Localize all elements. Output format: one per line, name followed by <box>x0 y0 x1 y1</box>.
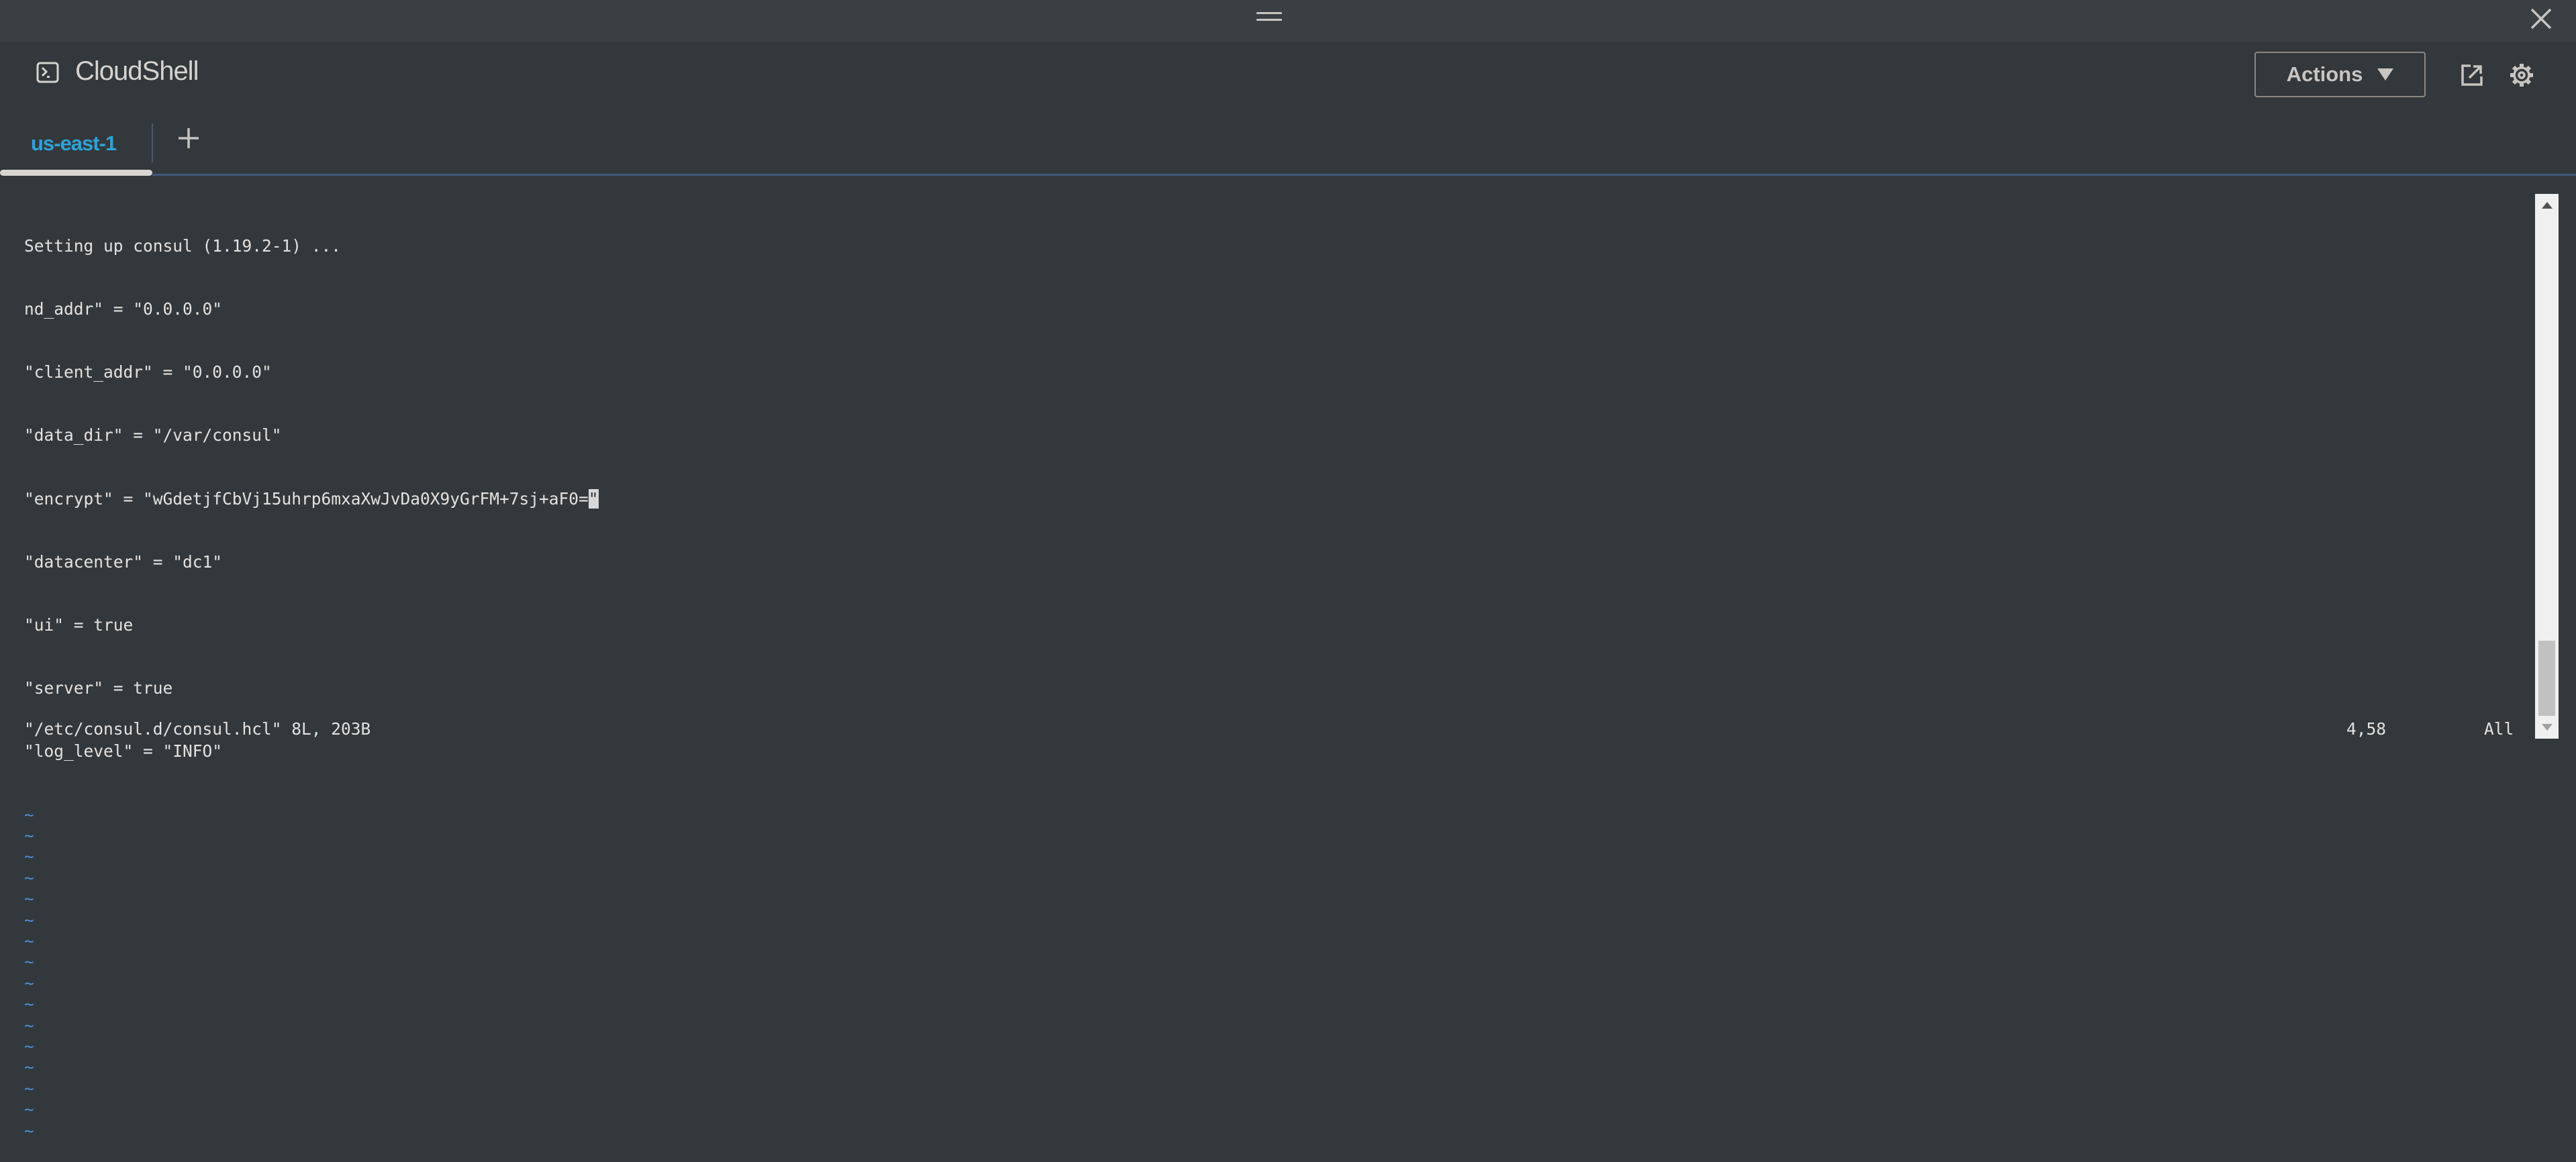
empty-line-tilde: ~ <box>24 1036 34 1056</box>
tab-bar-border <box>152 174 2576 176</box>
close-icon[interactable] <box>2529 7 2553 31</box>
empty-line-tilde: ~ <box>24 1120 34 1141</box>
terminal-line: "log_level" = "INFO" <box>24 741 223 761</box>
plus-icon[interactable] <box>177 126 201 150</box>
status-cursor-position: 4,58 <box>2346 719 2387 739</box>
terminal-line: "datacenter" = "dc1" <box>24 551 223 572</box>
empty-line-tilde: ~ <box>24 1078 34 1098</box>
empty-line-tilde: ~ <box>24 847 34 867</box>
terminal-line: "data_dir" = "/var/consul" <box>24 425 282 445</box>
tab-label: us-east-1 <box>31 131 117 155</box>
terminal-line: Setting up consul (1.19.2-1) ... <box>24 235 342 256</box>
terminal-line: "client_addr" = "0.0.0.0" <box>24 362 272 382</box>
caret-down-icon <box>2377 68 2394 81</box>
scroll-down-button[interactable] <box>2535 716 2559 739</box>
terminal-line: "encrypt" = "wGdetjfCbVj15uhrp6mxaXwJvDa… <box>24 488 599 509</box>
scrollbar-thumb[interactable] <box>2538 641 2555 716</box>
empty-line-tilde: ~ <box>24 910 34 930</box>
cursor: " <box>588 488 599 509</box>
gear-icon[interactable] <box>2509 62 2534 88</box>
empty-line-tilde: ~ <box>24 867 34 888</box>
terminal-line: "ui" = true <box>24 615 134 635</box>
scroll-up-button[interactable] <box>2535 194 2559 217</box>
empty-line-tilde: ~ <box>24 1015 34 1035</box>
empty-line-tilde: ~ <box>24 994 34 1014</box>
actions-label: Actions <box>2286 62 2363 86</box>
top-bar <box>0 0 2576 42</box>
terminal-icon <box>36 62 59 83</box>
empty-line-tilde: ~ <box>24 804 34 825</box>
empty-line-tilde: ~ <box>24 973 34 993</box>
empty-line-tilde: ~ <box>24 889 34 909</box>
status-scroll-position: All <box>2484 719 2514 739</box>
empty-line-tilde: ~ <box>24 826 34 846</box>
terminal-line: nd_addr" = "0.0.0.0" <box>24 299 223 319</box>
terminal-output[interactable]: Setting up consul (1.19.2-1) ... nd_addr… <box>24 193 599 1162</box>
active-tab-indicator <box>0 170 152 176</box>
external-link-icon[interactable] <box>2460 63 2484 87</box>
tab-us-east-1[interactable]: us-east-1 <box>0 123 152 176</box>
empty-line-tilde: ~ <box>24 1057 34 1077</box>
terminal-line: "server" = true <box>24 678 173 698</box>
actions-button[interactable]: Actions <box>2255 52 2426 97</box>
drag-handle-icon[interactable] <box>1256 12 1282 24</box>
empty-line-tilde: ~ <box>24 1100 34 1120</box>
arrow-up-icon <box>2541 202 2553 209</box>
app-title: CloudShell <box>75 56 199 86</box>
empty-line-tilde: ~ <box>24 952 34 972</box>
terminal-text: "encrypt" = "wGdetjfCbVj15uhrp6mxaXwJvDa… <box>24 488 589 509</box>
status-file-info: "/etc/consul.d/consul.hcl" 8L, 203B <box>24 719 371 739</box>
scrollbar[interactable] <box>2535 194 2559 739</box>
arrow-down-icon <box>2541 724 2553 731</box>
empty-line-tilde: ~ <box>24 931 34 951</box>
header <box>0 42 2576 176</box>
tab-divider <box>152 123 153 162</box>
